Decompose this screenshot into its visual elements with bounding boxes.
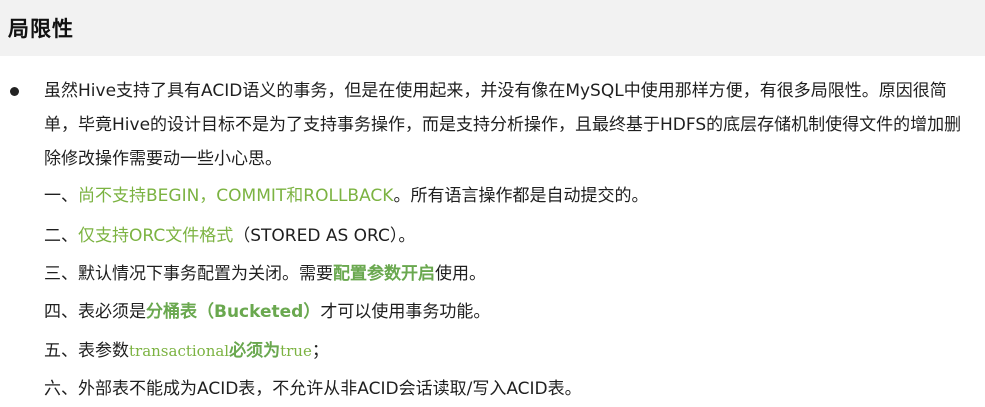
item-highlight: 仅支持ORC文件格式 xyxy=(78,226,234,246)
item-highlight: 配置参数开启 xyxy=(333,264,435,284)
list-item: 四、表必须是分桶表（Bucketed）才可以使用事务功能。 xyxy=(44,300,490,324)
item-number: 一、 xyxy=(44,186,78,206)
item-highlight: transactional xyxy=(129,342,230,360)
header-bar: 局限性 xyxy=(0,0,985,56)
item-number: 四、 xyxy=(44,302,78,322)
item-number: 三、 xyxy=(44,264,78,284)
item-text: 默认情况下事务配置为关闭。需要 xyxy=(78,264,333,284)
item-number: 二、 xyxy=(44,226,78,246)
item-text: 表必须是 xyxy=(78,302,146,322)
item-text: 表参数 xyxy=(78,341,129,361)
item-number: 六、 xyxy=(44,379,78,399)
item-highlight: 必须为 xyxy=(229,341,281,361)
item-number: 五、 xyxy=(44,341,78,361)
item-text: 才可以使用事务功能。 xyxy=(320,302,491,322)
list-item: 五、表参数transactional必须为true； xyxy=(44,339,329,363)
item-highlight: 尚不支持BEGIN，COMMIT和ROLLBACK xyxy=(78,186,394,206)
list-item: 二、仅支持ORC文件格式（STORED AS ORC）。 xyxy=(44,224,415,248)
list-item: 六、外部表不能成为ACID表，不允许从非ACID会话读取/写入ACID表。 xyxy=(44,377,582,401)
item-highlight: 分桶表（Bucketed） xyxy=(146,302,321,322)
item-text: 。所有语言操作都是自动提交的。 xyxy=(393,186,649,206)
item-text: （STORED AS ORC）。 xyxy=(233,226,416,246)
list-item: 一、尚不支持BEGIN，COMMIT和ROLLBACK。所有语言操作都是自动提交… xyxy=(44,184,648,208)
item-text: 外部表不能成为ACID表，不允许从非ACID会话读取/写入ACID表。 xyxy=(78,379,582,399)
item-text: 使用。 xyxy=(435,264,486,284)
intro-paragraph: 虽然Hive支持了具有ACID语义的事务，但是在使用起来，并没有像在MySQL中… xyxy=(44,81,962,169)
list-item: 三、默认情况下事务配置为关闭。需要配置参数开启使用。 xyxy=(44,262,486,286)
item-text: ； xyxy=(311,341,329,361)
item-highlight: true xyxy=(280,342,312,360)
page-title: 局限性 xyxy=(8,17,74,41)
bullet-icon xyxy=(10,87,19,96)
